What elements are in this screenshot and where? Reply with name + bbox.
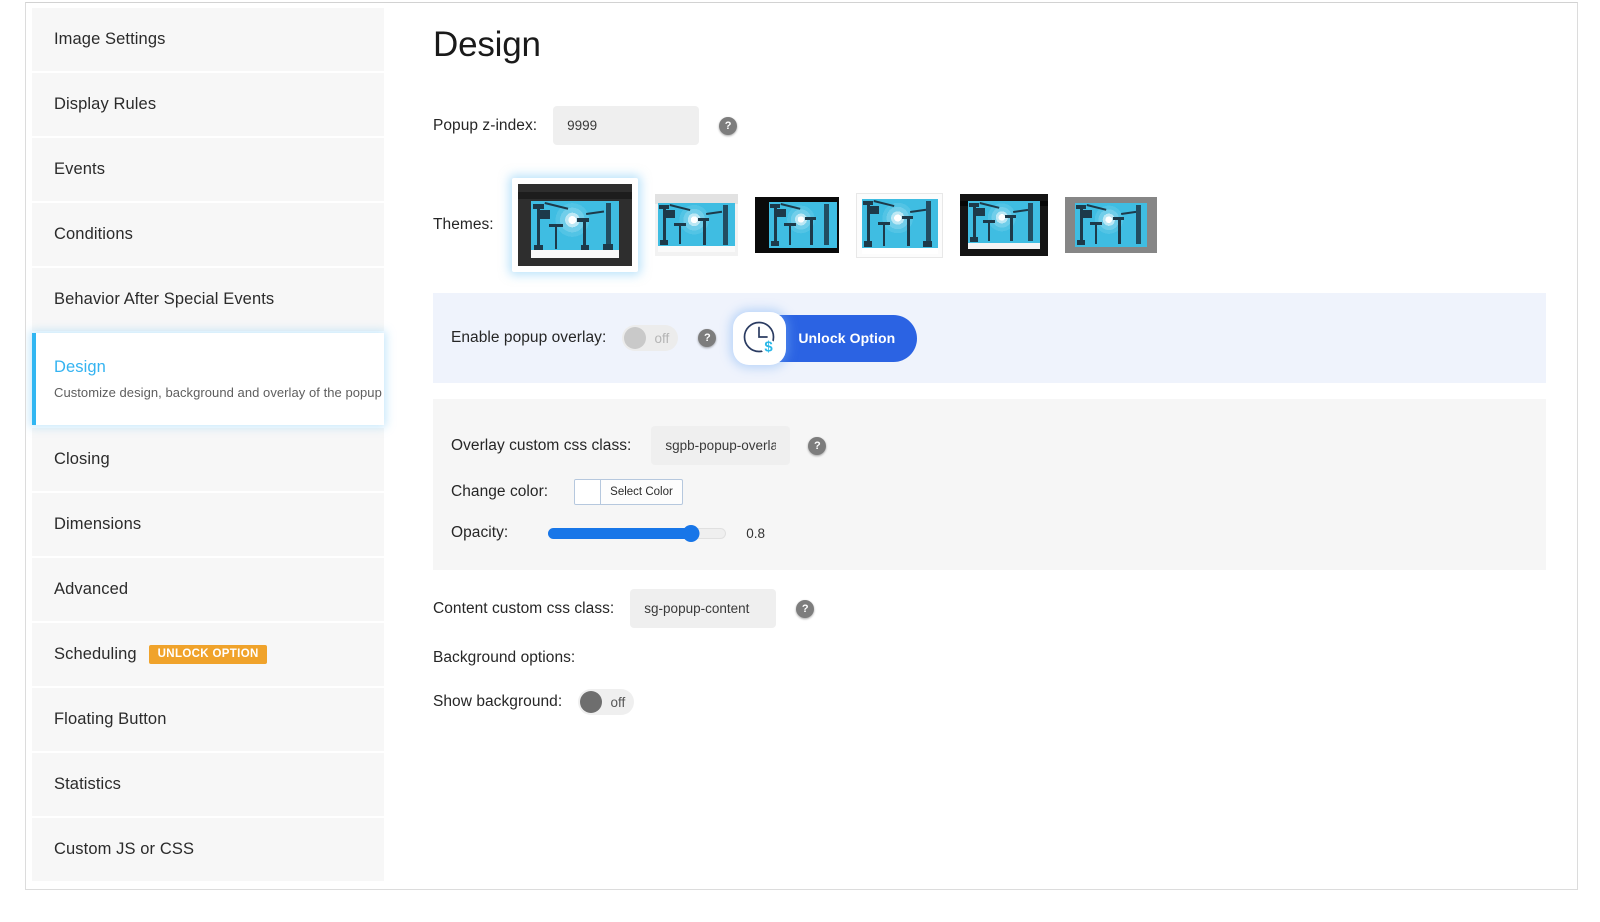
sidebar-item-events[interactable]: Events [32,138,384,201]
sidebar-item-label: Scheduling [54,645,137,663]
sidebar-item-behavior-after-special-events[interactable]: Behavior After Special Events [32,268,384,331]
sidebar-item-label: Behavior After Special Events [54,290,275,308]
overlay-css-class-row: Overlay custom css class: ? [451,426,827,465]
theme-option-gray-frame[interactable] [1064,197,1157,253]
sidebar-item-label: Design [54,358,106,376]
sidebar-item-label: Events [54,160,106,178]
help-icon[interactable]: ? [796,599,815,618]
toggle-state-label: off [610,694,626,710]
unlock-option-label: Unlock Option [798,330,896,346]
sidebar-item-label: Display Rules [54,95,157,113]
select-color-button[interactable]: Select Color [574,479,683,505]
sidebar-item-label: Image Settings [54,30,166,48]
slider-handle[interactable] [682,525,700,542]
opacity-value: 0.8 [746,525,766,541]
unlock-option-button[interactable]: $ Unlock Option [733,311,918,365]
sidebar-item-label: Dimensions [54,515,142,533]
select-color-label: Select Color [610,486,673,498]
settings-sidebar: Image Settings Display Rules Events Cond… [32,8,384,883]
sidebar-item-label: Statistics [54,775,122,793]
help-icon[interactable]: ? [719,116,738,135]
help-icon[interactable]: ? [808,436,827,455]
opacity-row: Opacity: 0.8 [451,524,765,542]
content-css-class-row: Content custom css class: ? [433,589,815,628]
sidebar-item-label: Floating Button [54,710,167,728]
content-css-class-label: Content custom css class: [433,599,615,617]
sidebar-item-dimensions[interactable]: Dimensions [32,493,384,556]
theme-thumbnail [855,192,943,258]
slider-fill [548,528,691,539]
popup-zindex-row: Popup z-index: ? [433,106,738,145]
toggle-knob [580,691,603,713]
enable-popup-overlay-label: Enable popup overlay: [451,329,607,346]
theme-option-black-solid[interactable] [754,197,839,253]
help-icon[interactable]: ? [698,329,717,347]
overlay-settings-section: Overlay custom css class: ? Change color… [433,399,1546,570]
change-color-label: Change color: [451,483,549,500]
sidebar-item-display-rules[interactable]: Display Rules [32,73,384,136]
opacity-slider[interactable] [548,525,727,542]
background-options-row: Background options: [433,649,575,667]
background-options-label: Background options: [433,649,576,666]
theme-thumbnail [517,184,632,266]
sidebar-item-scheduling[interactable]: Scheduling UNLOCK OPTION [32,623,384,686]
sidebar-item-description: Customize design, background and overlay… [54,385,382,400]
enable-popup-overlay-toggle[interactable]: off [622,325,679,351]
show-background-label: Show background: [433,693,563,710]
popup-zindex-input[interactable] [553,106,700,145]
sidebar-item-advanced[interactable]: Advanced [32,558,384,621]
design-settings-panel: Design Popup z-index: ? Themes: [408,3,1577,889]
theme-thumbnail [654,194,738,256]
sidebar-item-label: Custom JS or CSS [54,840,195,858]
page-title: Design [433,25,541,64]
clock-dollar-icon: $ [733,311,787,365]
change-color-row: Change color: Select Color [451,479,683,505]
color-swatch [575,480,602,504]
theme-option-black-frame[interactable] [959,194,1048,256]
content-css-class-input[interactable] [630,589,777,628]
theme-thumbnail [959,194,1048,256]
sidebar-item-image-settings[interactable]: Image Settings [32,8,384,71]
settings-page-frame: Image Settings Display Rules Events Cond… [25,2,1578,890]
sidebar-item-custom-js-or-css[interactable]: Custom JS or CSS [32,818,384,881]
enable-popup-overlay-section: Enable popup overlay: off ? $ Unlock Opt… [433,293,1546,383]
sidebar-item-design[interactable]: Design Customize design, background and … [32,333,384,425]
sidebar-item-floating-button[interactable]: Floating Button [32,688,384,751]
popup-zindex-label: Popup z-index: [433,116,538,134]
opacity-label: Opacity: [451,524,509,541]
unlock-option-badge[interactable]: UNLOCK OPTION [148,644,267,665]
show-background-toggle[interactable]: off [578,689,635,715]
overlay-css-class-label: Overlay custom css class: [451,436,632,454]
sidebar-item-label: Closing [54,450,110,468]
sidebar-item-closing[interactable]: Closing [32,428,384,491]
themes-row: Themes: [433,178,1174,272]
theme-thumbnail [754,197,839,253]
sidebar-item-label: Advanced [54,580,129,598]
themes-label: Themes: [433,216,494,233]
toggle-knob [624,327,647,349]
sidebar-item-conditions[interactable]: Conditions [32,203,384,266]
show-background-row: Show background: off [433,689,635,715]
svg-text:$: $ [764,339,773,356]
theme-option-dark-frame[interactable] [511,178,638,272]
theme-list [511,178,1174,272]
theme-option-white-frame[interactable] [855,192,943,258]
overlay-css-class-input[interactable] [651,426,791,465]
sidebar-item-statistics[interactable]: Statistics [32,753,384,816]
toggle-state-label: off [654,330,670,346]
sidebar-item-label: Conditions [54,225,133,243]
theme-thumbnail [1064,197,1157,253]
theme-option-light-bar[interactable] [654,194,738,256]
